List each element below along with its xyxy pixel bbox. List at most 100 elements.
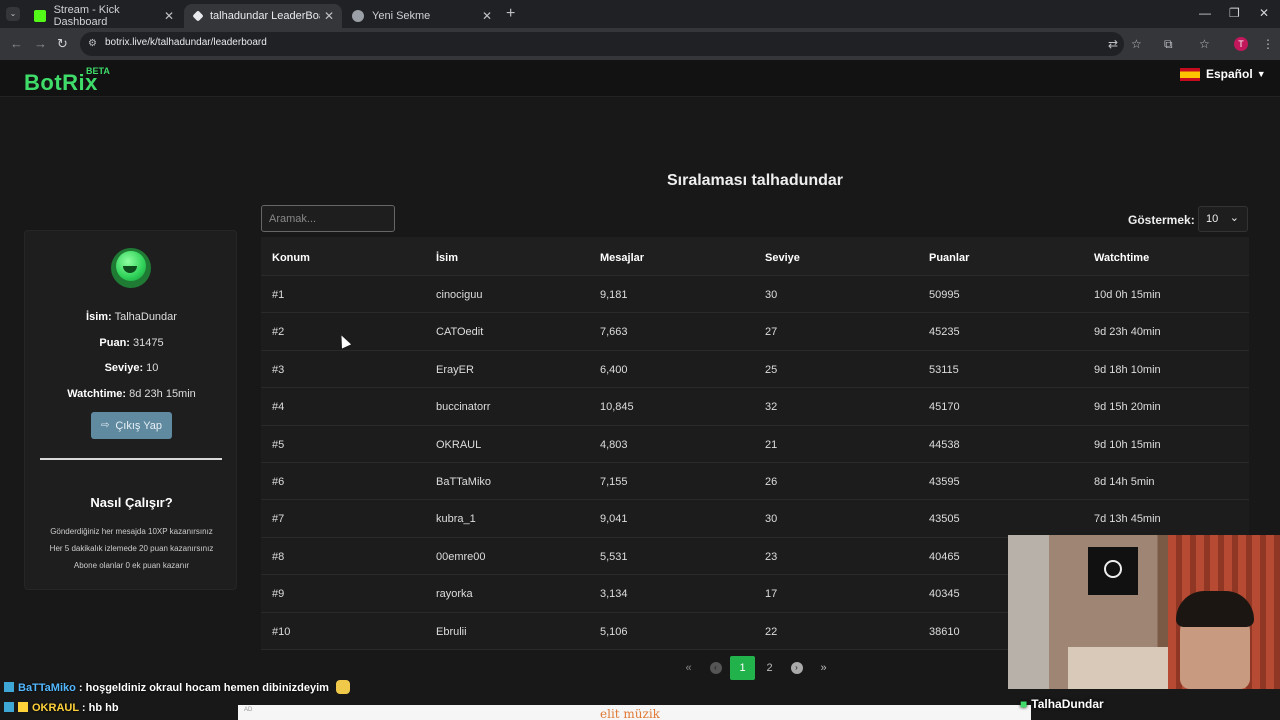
column-header-watchtime[interactable]: Watchtime (1094, 252, 1149, 264)
translate-icon[interactable]: ⇄ (1108, 37, 1118, 51)
column-header-points[interactable]: Puanlar (929, 252, 969, 264)
cell-watchtime: 10d 0h 15min (1094, 289, 1161, 301)
language-selector[interactable]: Español ▼ (1180, 67, 1266, 81)
page-2-button[interactable]: 2 (757, 656, 782, 680)
next-page-icon[interactable]: › (784, 656, 809, 680)
sign-out-icon: ⇨ (100, 420, 110, 431)
cell-points: 45170 (929, 401, 960, 414)
bookmark-star-icon[interactable]: ☆ (1131, 37, 1142, 51)
cell-messages: 3,134 (600, 588, 628, 601)
page-1-button[interactable]: 1 (730, 656, 755, 680)
new-tab-icon[interactable]: + (506, 5, 515, 23)
column-header-messages[interactable]: Mesajlar (600, 252, 644, 264)
cell-rank: #6 (272, 475, 285, 488)
cell-level: 30 (765, 513, 778, 526)
cell-level: 25 (765, 363, 778, 376)
forward-icon[interactable]: → (34, 36, 47, 51)
window-close-icon[interactable]: ✕ (1259, 6, 1269, 20)
cell-watchtime: 9d 18h 10min (1094, 363, 1161, 376)
cell-points: 43505 (929, 513, 960, 526)
ad-text: elit müzik (600, 707, 660, 720)
tab-leaderboard[interactable]: talhadundar LeaderBoard | The ✕ (184, 4, 342, 28)
badge-icon (4, 682, 14, 692)
cell-name: ErayER (436, 363, 474, 376)
cell-name: 00emre00 (436, 550, 486, 563)
chat-username: BaTTaMiko (18, 682, 76, 694)
beta-badge: BETA (86, 66, 110, 76)
table-header-row: Konum İsim Mesajlar Seviye Puanlar Watch… (261, 237, 1249, 276)
cell-watchtime: 7d 13h 45min (1094, 513, 1161, 526)
tab-kick-dashboard[interactable]: Stream - Kick Dashboard ✕ (24, 4, 182, 28)
bed (1068, 647, 1168, 689)
first-page-icon[interactable]: « (676, 656, 701, 680)
site-info-icon[interactable]: ⚙ (88, 38, 100, 50)
kick-icon (34, 10, 46, 22)
cell-messages: 10,845 (600, 401, 634, 414)
cell-level: 30 (765, 289, 778, 301)
show-count-select[interactable]: 10 ⌄ (1198, 206, 1248, 232)
profile-avatar[interactable]: T (1234, 37, 1248, 51)
chevron-down-icon: ▼ (1256, 69, 1266, 79)
previous-page-icon[interactable]: ‹ (703, 656, 728, 680)
badge-icon (18, 702, 28, 712)
divider (40, 458, 222, 460)
cell-messages: 9,181 (600, 289, 628, 301)
profile-name: İsim: TalhaDundar (25, 311, 238, 323)
search-input[interactable] (261, 205, 395, 232)
cell-level: 17 (765, 588, 778, 601)
cell-name: kubra_1 (436, 513, 476, 526)
column-header-name[interactable]: İsim (436, 252, 458, 264)
streamer-name: TalhaDundar (1031, 697, 1104, 711)
webcam-overlay (1008, 535, 1280, 689)
logout-button[interactable]: ⇨ Çıkış Yap (91, 412, 172, 439)
avatar (111, 248, 151, 288)
cell-rank: #4 (272, 401, 285, 414)
back-icon[interactable]: ← (10, 36, 23, 51)
restore-icon[interactable]: ❐ (1229, 6, 1240, 20)
column-header-level[interactable]: Seviye (765, 252, 800, 264)
cell-name: BaTTaMiko (436, 475, 492, 488)
tab-title: talhadundar LeaderBoard | The (210, 10, 320, 22)
tab-list-icon[interactable]: ⌄ (6, 7, 20, 21)
table-row: #5 OKRAUL 4,803 21 44538 9d 10h 15min (261, 425, 1249, 463)
profile-level: Seviye: 10 (25, 362, 238, 374)
minimize-icon[interactable]: — (1199, 6, 1211, 20)
points-label: Puan: (99, 337, 130, 349)
close-icon[interactable]: ✕ (164, 9, 174, 23)
reload-icon[interactable]: ↻ (57, 36, 68, 52)
tab-title: Yeni Sekme (372, 10, 431, 22)
table-row: #6 BaTTaMiko 7,155 26 43595 8d 14h 5min (261, 462, 1249, 501)
table-row: #7 kubra_1 9,041 30 43505 7d 13h 45min (261, 500, 1249, 538)
cell-level: 27 (765, 326, 778, 339)
extensions-icon[interactable]: ⧉ (1164, 37, 1173, 52)
cell-messages: 6,400 (600, 363, 628, 376)
address-bar[interactable]: ⚙ botrix.live/k/talhadundar/leaderboard (80, 32, 1124, 56)
watchtime-label: Watchtime: (67, 388, 127, 400)
show-label: Göstermek: (1128, 213, 1195, 227)
close-icon[interactable]: ✕ (324, 9, 334, 23)
cell-messages: 7,663 (600, 326, 628, 339)
cell-watchtime: 9d 23h 40min (1094, 326, 1161, 339)
cell-rank: #10 (272, 625, 291, 638)
cell-points: 38610 (929, 625, 960, 638)
menu-icon[interactable]: ⋮ (1262, 37, 1274, 51)
tab-new[interactable]: Yeni Sekme ✕ (342, 4, 500, 28)
cell-rank: #1 (272, 289, 285, 301)
badge-icon (4, 702, 14, 712)
last-page-icon[interactable]: » (811, 656, 836, 680)
flag-symbol (1104, 560, 1122, 578)
emoji-icon (335, 680, 350, 694)
show-count-value: 10 (1206, 213, 1219, 225)
cell-messages: 9,041 (600, 513, 628, 526)
profile-watchtime: Watchtime: 8d 23h 15min (25, 388, 238, 400)
level-label: Seviye: (104, 362, 144, 374)
close-icon[interactable]: ✕ (482, 9, 492, 23)
name-label: İsim: (86, 311, 112, 323)
cell-name: Ebrulii (436, 625, 467, 638)
cell-rank: #8 (272, 550, 285, 563)
column-header-rank[interactable]: Konum (272, 252, 310, 264)
cell-name: CATOedit (436, 326, 484, 339)
bookmarks-icon[interactable]: ☆ (1199, 37, 1210, 51)
streamer-name-tag: ■ TalhaDundar (1020, 697, 1104, 711)
botrix-icon (192, 10, 204, 22)
